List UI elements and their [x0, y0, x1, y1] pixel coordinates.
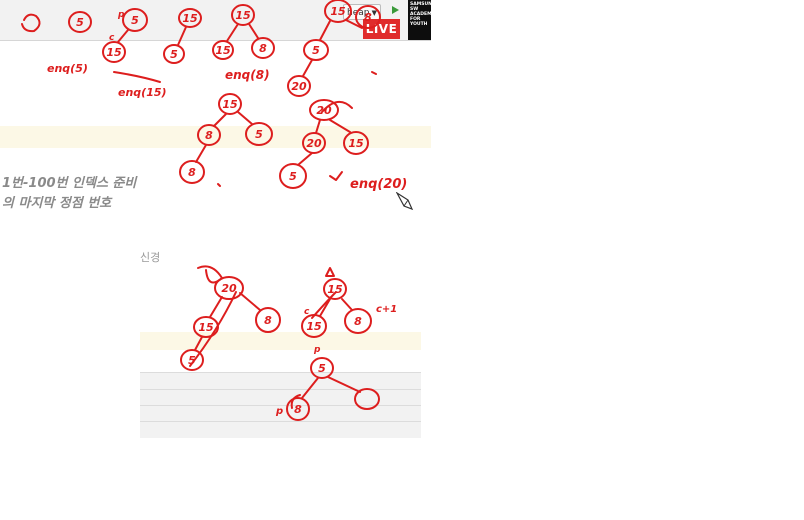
annotation-letter: c+1 — [376, 304, 397, 315]
tree-node-label: 5 — [312, 44, 320, 57]
tree-node: 15 — [324, 0, 352, 23]
tree-node-label: 5 — [131, 14, 139, 27]
tree-node-label: 15 — [106, 46, 122, 59]
tree-node: 15 — [231, 4, 255, 26]
tree-node: 15 — [301, 314, 327, 338]
tree-edge — [319, 20, 331, 41]
tree-node: 5 — [68, 11, 92, 33]
tree-node: 5 — [163, 44, 185, 64]
tree-node: 5 — [310, 357, 334, 379]
tree-node-label: 15 — [198, 321, 214, 334]
tree-edge — [177, 26, 187, 46]
tree-node-label: 8 — [259, 42, 267, 55]
tree-node: 15 — [212, 40, 234, 60]
tree-node-label: 20 — [291, 80, 307, 93]
enqueue-note: enq(8) — [225, 68, 270, 82]
tree-node-label: 8 — [205, 129, 213, 142]
tree-node: 20 — [287, 75, 311, 97]
tree-node: 5 — [303, 39, 329, 61]
tree-edge — [341, 298, 353, 311]
tree-node: 8 — [179, 160, 205, 184]
tree-node: 8 — [344, 308, 372, 334]
enqueue-note: enq(15) — [118, 86, 167, 99]
tree-edge — [327, 376, 361, 393]
tree-node-label: 8 — [354, 315, 362, 328]
tree-node-label: 8 — [188, 166, 196, 179]
ink-stroke — [197, 265, 223, 284]
tree-node-label: 15 — [215, 44, 231, 57]
tree-edge — [301, 377, 319, 399]
tree-node: 20 — [302, 132, 326, 154]
tree-node: 15 — [178, 8, 202, 28]
annotation-letter: c — [109, 33, 115, 43]
tree-node: 15 — [102, 41, 126, 63]
tree-node-label: 5 — [289, 170, 297, 183]
tree-node-label: 8 — [364, 11, 372, 24]
tree-node: 8 — [355, 5, 381, 29]
tree-node: 8 — [197, 124, 221, 146]
annotation-letter: c — [304, 307, 310, 317]
tree-edge — [209, 296, 223, 318]
tree-node-label: 15 — [182, 12, 198, 25]
ink-stroke — [325, 267, 335, 277]
tree-node: 15 — [323, 278, 347, 300]
tree-node-label: 5 — [255, 128, 263, 141]
tree-edge — [226, 23, 239, 42]
tree-node: 5 — [279, 163, 307, 189]
tree-edge — [195, 144, 207, 163]
tree-node-label: 5 — [76, 16, 84, 29]
tree-edge — [315, 119, 321, 134]
tree-node: 8 — [251, 37, 275, 59]
tree-node: 15 — [193, 316, 219, 338]
tree-edge — [117, 29, 129, 43]
tree-edge — [302, 59, 313, 77]
annotation-letter: p — [313, 345, 321, 355]
ink-stroke — [329, 171, 343, 181]
ink-stroke — [371, 71, 377, 75]
annotation-letter: p — [275, 406, 283, 417]
ink-stroke — [311, 291, 337, 319]
tree-node-label: 15 — [306, 320, 322, 333]
tree-edge — [248, 23, 259, 39]
tree-edge — [213, 113, 227, 127]
ink-stroke — [21, 13, 41, 33]
annotation-letter: p — [117, 10, 125, 20]
tree-edge — [329, 119, 351, 133]
enqueue-note: enq(20) — [350, 177, 407, 192]
tree-edge — [237, 111, 253, 125]
tree-node: 15 — [218, 93, 242, 115]
tree-node-label: 5 — [170, 48, 178, 61]
tree-edge — [297, 152, 313, 166]
ink-annotation-layer: 5 5151551515 815582015 208 520 158 52015851581… — [21, 0, 407, 421]
tree-node: 15 — [343, 131, 369, 155]
ink-stroke — [113, 71, 161, 83]
tree-node-label: 15 — [348, 137, 364, 150]
tree-node: 8 — [255, 307, 281, 333]
tree-node-label: 20 — [306, 137, 322, 150]
tree-edge — [239, 292, 261, 311]
ink-stroke — [217, 183, 221, 187]
enqueue-note: enq(5) — [47, 62, 88, 75]
tree-node: 5 — [122, 8, 148, 32]
tree-node-label: 8 — [294, 403, 302, 416]
tree-node: 5 — [245, 122, 273, 146]
tree-edge — [194, 336, 203, 351]
tree-node-label: 8 — [264, 314, 272, 327]
tree-node-label: 15 — [330, 5, 346, 18]
tree-node: 8 — [286, 397, 310, 421]
tree-node-label: 15 — [235, 9, 251, 22]
tree-node-label: 5 — [318, 362, 326, 375]
pen-cursor-icon — [396, 192, 414, 211]
tree-node-label: 15 — [222, 98, 238, 111]
